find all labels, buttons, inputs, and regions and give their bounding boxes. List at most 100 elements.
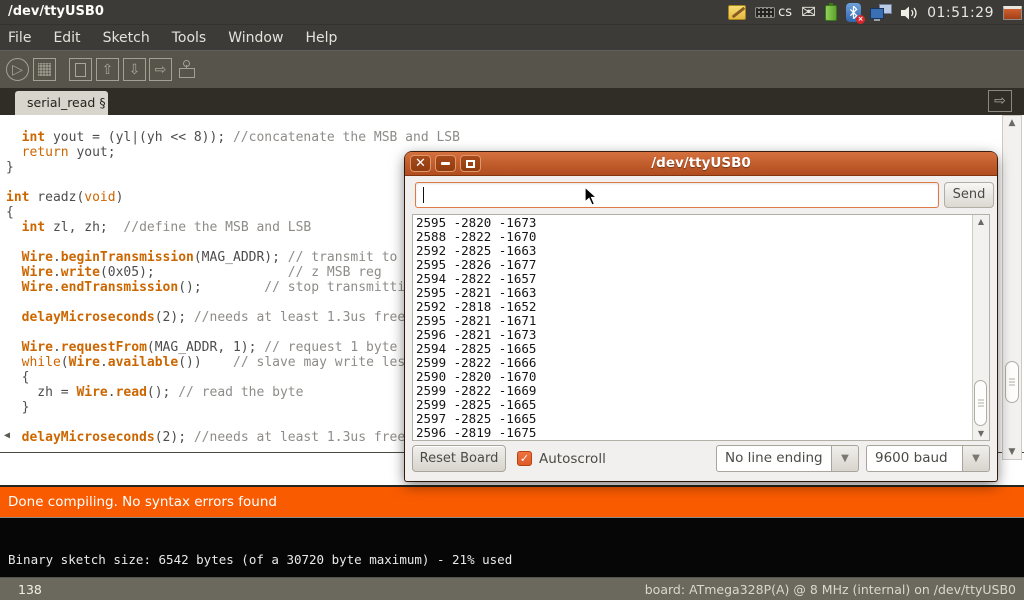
bluetooth-icon[interactable]: × [846, 3, 861, 22]
serial-line: 2594 -2825 -1665 [416, 342, 536, 356]
serial-line: 2592 -2825 -1663 [416, 244, 536, 258]
scrollbar-thumb[interactable] [974, 380, 987, 426]
code-line: return yout; [6, 145, 460, 160]
new-icon [75, 63, 86, 77]
code-line: int readz(void) [6, 190, 460, 205]
keyboard-layout-label: cs [778, 5, 792, 20]
bluetooth-off-badge: × [856, 15, 865, 24]
send-button[interactable]: Send [944, 182, 994, 208]
code-line [6, 325, 460, 340]
scroll-down-icon[interactable]: ▼ [1003, 447, 1021, 457]
menu-tools[interactable]: Tools [161, 27, 218, 49]
session-icon[interactable] [1003, 6, 1022, 20]
scroll-down-icon[interactable]: ▼ [973, 429, 989, 438]
code-line: { [6, 205, 460, 220]
line-number: 138 [18, 582, 42, 597]
serial-line: 2590 -2820 -1670 [416, 370, 536, 384]
chevron-down-icon[interactable]: ▼ [963, 445, 990, 472]
code-line: int yout = (yl|(yh << 8)); //concatenate… [6, 130, 460, 145]
code-line: Wire.beginTransmission(MAG_ADDR); // tra… [6, 250, 460, 265]
serial-line: 2595 -2821 -1671 [416, 314, 536, 328]
system-tray: cs ✉ × 01:51:29 [728, 0, 1022, 25]
window-titlebar[interactable]: ✕ /dev/ttyUSB0 [405, 152, 997, 176]
active-window-title: /dev/ttyUSB0 [8, 4, 104, 19]
toolbar: ▷ ⇧ ⇩ ⇨ [0, 50, 1024, 88]
code-line [6, 175, 460, 190]
reset-board-button[interactable]: Reset Board [412, 445, 506, 472]
keyboard-layout-indicator[interactable]: cs [755, 5, 792, 20]
mouse-cursor [584, 186, 599, 211]
menu-sketch[interactable]: Sketch [92, 27, 161, 49]
notes-icon[interactable] [728, 5, 746, 20]
battery-icon[interactable] [825, 5, 837, 21]
code-line: zh = Wire.read(); // read the byte [6, 385, 460, 400]
menu-file[interactable]: File [0, 27, 42, 49]
upload-icon: ⇨ [155, 62, 167, 78]
window-title: /dev/ttyUSB0 [405, 155, 997, 171]
status-bar: 138 board: ATmega328P(A) @ 8 MHz (intern… [0, 577, 1024, 600]
serial-line: 2599 -2825 -1665 [416, 398, 536, 412]
save-icon: ⇩ [129, 62, 141, 78]
code-line: Wire.requestFrom(MAG_ADDR, 1); // reques… [6, 340, 460, 355]
code-line: delayMicroseconds(2); //needs at least 1… [6, 430, 460, 445]
serial-send-input[interactable] [415, 182, 939, 208]
scroll-up-icon[interactable]: ▲ [973, 217, 989, 226]
open-icon: ⇧ [102, 62, 114, 78]
tab-serial-read[interactable]: serial_read § [15, 91, 108, 115]
tab-strip: serial_read § ⇨ [0, 88, 1024, 115]
scrollbar-thumb[interactable] [1005, 361, 1019, 403]
serial-line: 2595 -2826 -1677 [416, 258, 536, 272]
baud-rate-value: 9600 baud [866, 445, 963, 472]
scroll-up-icon[interactable]: ▲ [1003, 118, 1021, 128]
desktop: /dev/ttyUSB0 cs ✉ × 01:51:29 FileEditSke [0, 0, 1024, 600]
code-line [6, 415, 460, 430]
text-caret [423, 187, 424, 203]
code-line: while(Wire.available()) // slave may wri… [6, 355, 460, 370]
compile-status-message: Done compiling. No syntax errors found [8, 494, 277, 510]
stop-button[interactable] [33, 58, 56, 81]
serial-line: 2596 -2819 -1675 [416, 426, 536, 440]
serial-monitor-button[interactable] [175, 58, 198, 81]
serial-line: 2599 -2822 -1669 [416, 384, 536, 398]
autoscroll-label: Autoscroll [539, 451, 606, 467]
serial-line: 2594 -2822 -1657 [416, 272, 536, 286]
serial-output-lines: 2595 -2820 -16732588 -2822 -16702592 -28… [416, 216, 536, 440]
verify-button[interactable]: ▷ [6, 58, 29, 81]
serial-monitor-window: ✕ /dev/ttyUSB0 Send 2595 -2820 -16732588… [405, 152, 997, 481]
menu-help[interactable]: Help [294, 27, 348, 49]
open-button[interactable]: ⇧ [96, 58, 119, 81]
clock[interactable]: 01:51:29 [927, 5, 994, 21]
verify-icon: ▷ [12, 62, 23, 78]
save-button[interactable]: ⇩ [123, 58, 146, 81]
network-icon[interactable] [870, 4, 892, 21]
serial-line: 2592 -2818 -1652 [416, 300, 536, 314]
editor-scrollbar[interactable]: ▲ ▼ [1002, 115, 1022, 460]
code-line [6, 235, 460, 250]
code-line: } [6, 160, 460, 175]
serial-line: 2597 -2825 -1665 [416, 412, 536, 426]
serial-output-area[interactable]: 2595 -2820 -16732588 -2822 -16702592 -28… [412, 214, 990, 441]
serial-monitor-icon [179, 68, 195, 78]
code-line: Wire.endTransmission(); // stop transmit… [6, 280, 460, 295]
autoscroll-checkbox[interactable]: ✓ [517, 451, 532, 466]
chevron-down-icon[interactable]: ▼ [832, 445, 859, 472]
code-line: int zl, zh; //define the MSB and LSB [6, 220, 460, 235]
hscroll-left-arrow-icon[interactable]: ◀ [4, 430, 10, 441]
menu-window[interactable]: Window [217, 27, 294, 49]
upload-button[interactable]: ⇨ [149, 58, 172, 81]
menubar: FileEditSketchToolsWindowHelp [0, 25, 1024, 50]
serial-line: 2599 -2822 -1666 [416, 356, 536, 370]
volume-icon[interactable] [901, 6, 918, 20]
keyboard-icon [755, 7, 775, 18]
compile-status-strip: Done compiling. No syntax errors found [0, 485, 1024, 517]
mail-icon[interactable]: ✉ [801, 5, 816, 20]
board-info: board: ATmega328P(A) @ 8 MHz (internal) … [645, 582, 1016, 597]
code-text: int yout = (yl|(yh << 8)); //concatenate… [6, 130, 460, 445]
line-ending-value: No line ending [716, 445, 832, 472]
tab-menu-button[interactable]: ⇨ [988, 90, 1012, 112]
build-console: Binary sketch size: 6542 bytes (of a 307… [0, 517, 1024, 577]
menu-edit[interactable]: Edit [42, 27, 91, 49]
serial-output-scrollbar[interactable]: ▲ ▼ [972, 215, 989, 440]
top-panel: /dev/ttyUSB0 cs ✉ × 01:51:29 [0, 0, 1024, 25]
new-button[interactable] [69, 58, 92, 81]
